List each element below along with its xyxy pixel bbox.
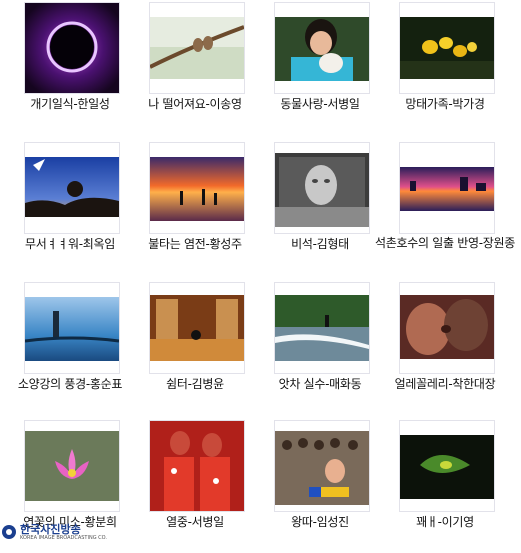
thumbnail-caption: 열중-서병일 [166,515,224,529]
thumbnail-frame[interactable] [399,2,495,94]
girl-with-puppy-photo [275,17,369,81]
lotus-photo [25,431,119,501]
thumbnail-caption: 왕따-임성진 [291,515,349,529]
thumbnail-caption: 개기일식-한일성 [30,97,110,111]
thumbnail-frame[interactable] [274,142,370,234]
thumbnail-caption: 앗차 실수-매화동 [278,377,362,391]
thumbnail-frame[interactable] [24,142,120,234]
yellow-mushrooms-photo [400,17,494,79]
thumbnail-grid: 개기일식-한일성 나 떨어져요-이송영 동물사랑-서병일 망태가족-박가경 무서… [0,0,521,542]
thumbnail-caption: 꽤ㅐ-이기영 [416,515,474,529]
thumbnail-item[interactable]: 꽤ㅐ-이기영 [375,418,500,553]
thumbnail-frame[interactable] [274,282,370,374]
eclipse-photo [25,3,119,93]
thumbnail-caption: 무서ㅕㅕ워-최옥임 [25,237,115,251]
salt-field-sunset-photo [150,157,244,221]
silhouette-sky-photo [25,157,119,217]
thumbnail-item[interactable]: 소양강의 풍경-홍순표 [0,280,125,415]
thumbnail-frame[interactable] [399,282,495,374]
lake-sunrise-photo [400,167,494,211]
insect-leaf-photo [400,435,494,499]
thumbnail-frame[interactable] [399,142,495,234]
thumbnail-caption: 비석-김형태 [291,237,349,251]
soyang-river-photo [25,297,119,361]
thumbnail-item[interactable]: 열중-서병일 [125,418,250,553]
thumbnail-item[interactable]: 무서ㅕㅕ워-최옥임 [0,140,125,275]
thumbnail-caption: 동물사랑-서병일 [280,97,360,111]
thumbnail-item[interactable]: 왕따-임성진 [250,418,375,553]
thumbnail-frame[interactable] [399,420,495,512]
thumbnail-frame[interactable] [149,282,245,374]
kiss-photo [400,295,494,359]
thumbnail-frame[interactable] [149,2,245,94]
thumbnail-item[interactable]: 망태가족-박가경 [375,0,500,135]
thumbnail-item[interactable]: 동물사랑-서병일 [250,0,375,135]
birds-branch-photo [150,17,244,79]
thumbnail-frame[interactable] [274,2,370,94]
watermark-text: 한국사진방송 KOREA IMAGE BROADCASTING CO. [20,524,107,541]
watermark-sub: KOREA IMAGE BROADCASTING CO. [20,534,107,541]
thumbnail-caption: 나 떨어져요-이송영 [148,97,242,111]
thumbnail-item[interactable]: 나 떨어져요-이송영 [125,0,250,135]
thumbnail-item[interactable]: 얼레꼴레리-착한대장 [375,280,500,415]
thumbnail-item[interactable]: 앗차 실수-매화동 [250,280,375,415]
thumbnail-caption: 불타는 염전-황성주 [148,237,242,251]
thumbnail-caption: 얼레꼴레리-착한대장 [394,377,496,391]
thumbnail-item[interactable]: 개기일식-한일성 [0,0,125,135]
thumbnail-frame[interactable] [149,142,245,234]
thumbnail-frame[interactable] [24,2,120,94]
stone-face-photo [275,153,369,227]
thumbnail-item[interactable]: 쉼터-김병윤 [125,280,250,415]
thumbnail-caption: 소양강의 풍경-홍순표 [17,377,123,391]
red-dancer-photo [150,421,244,511]
watermark: 한국사진방송 KOREA IMAGE BROADCASTING CO. [0,522,110,542]
thumbnail-item[interactable]: 불타는 염전-황성주 [125,140,250,275]
crowd-photo [275,431,369,505]
thumbnail-frame[interactable] [24,282,120,374]
thumbnail-caption: 쉼터-김병윤 [166,377,224,391]
thumbnail-item[interactable]: 석촌호수의 일출 반영-장원종 [375,140,515,275]
broadcast-logo-icon [2,525,16,539]
thumbnail-caption: 망태가족-박가경 [405,97,485,111]
thumbnail-frame[interactable] [274,420,370,512]
watermark-main: 한국사진방송 [20,522,81,536]
thumbnail-caption: 석촌호수의 일출 반영-장원종 [375,236,515,250]
thumbnail-item[interactable]: 비석-김형태 [250,140,375,275]
thumbnail-frame[interactable] [24,420,120,512]
thumbnail-frame[interactable] [149,420,245,512]
bookstore-rest-photo [150,295,244,361]
water-ski-photo [275,295,369,361]
